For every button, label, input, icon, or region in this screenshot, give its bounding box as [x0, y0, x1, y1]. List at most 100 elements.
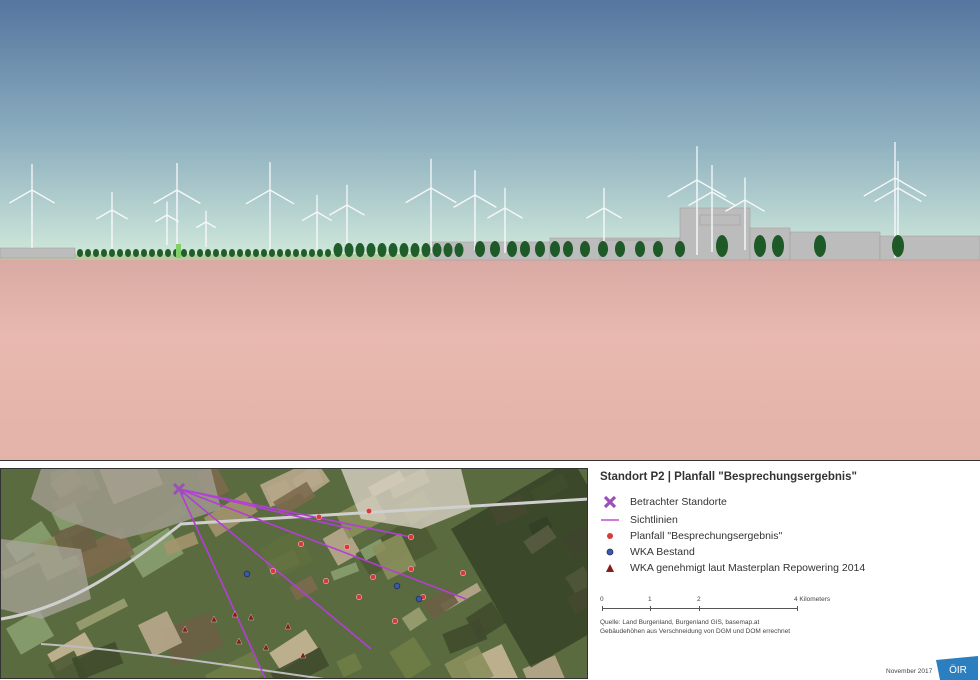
tree: [432, 243, 442, 257]
scale-tick: [650, 606, 651, 611]
tree: [125, 249, 131, 257]
scale-tick-label: 1: [648, 596, 652, 603]
legend-item-planfall: Planfall "Besprechungsergebnis": [600, 529, 782, 543]
tree: [388, 243, 398, 257]
tree: [653, 241, 663, 257]
planfall-point: [408, 533, 415, 540]
scale-line: [602, 608, 798, 609]
date-label: November 2017: [886, 668, 933, 675]
tree: [325, 249, 331, 257]
legend-item-sightlines: Sichtlinien: [600, 513, 678, 527]
tree: [580, 241, 590, 257]
tree: [189, 249, 195, 257]
tree: [213, 249, 219, 257]
tree: [165, 249, 171, 257]
planfall-point: [323, 577, 330, 584]
tree: [197, 249, 203, 257]
tree: [344, 243, 354, 257]
blue-dot-icon: [600, 545, 620, 559]
logo-text: ÖIR: [949, 664, 967, 676]
tree: [117, 249, 123, 257]
tree: [754, 235, 766, 257]
source-line-2: Gebäudehöhen aus Verschneidung von DGM u…: [600, 628, 791, 635]
tree: [507, 241, 517, 257]
tree: [133, 249, 139, 257]
legend-label: Planfall "Besprechungsergebnis": [630, 530, 783, 542]
red-triangle-icon: [600, 561, 620, 575]
tree: [490, 241, 500, 257]
building: [699, 214, 741, 226]
tree: [237, 249, 243, 257]
source-note: Quelle: Land Burgenland, Burgenland GIS,…: [600, 618, 790, 636]
green-marker: [176, 244, 181, 258]
tree: [253, 249, 259, 257]
tree: [535, 241, 545, 257]
planfall-point: [366, 508, 373, 515]
tree: [333, 243, 343, 257]
panorama-view: [0, 0, 980, 461]
map-svg: [1, 469, 587, 678]
tree: [285, 249, 291, 257]
panorama-svg: [0, 0, 980, 460]
tree: [563, 241, 573, 257]
tree: [550, 241, 560, 257]
legend-item-observer: Betrachter Standorte: [600, 495, 727, 509]
tree: [141, 249, 147, 257]
tree: [892, 235, 904, 257]
tree: [421, 243, 431, 257]
scale-tick-label: 2: [697, 596, 701, 603]
tree: [454, 243, 464, 257]
tree: [410, 243, 420, 257]
building: [789, 231, 881, 261]
legend-item-bestand: WKA Bestand: [600, 545, 695, 559]
tree: [443, 243, 453, 257]
bestand-point: [415, 595, 423, 603]
map-panel: [0, 468, 588, 679]
tree: [716, 235, 728, 257]
tree: [366, 243, 376, 257]
tree: [293, 249, 299, 257]
line-icon: [600, 513, 620, 527]
tree: [221, 249, 227, 257]
tree: [85, 249, 91, 257]
planfall-point: [370, 573, 377, 580]
planfall-point: [356, 593, 363, 600]
legend-title: Standort P2 | Planfall "Besprechungserge…: [600, 471, 857, 483]
tree: [93, 249, 99, 257]
scale-bar: 0 1 2 4 Kilometers: [600, 596, 840, 620]
x-cross-icon: [600, 495, 620, 509]
tree: [317, 249, 323, 257]
planfall-point: [392, 617, 399, 624]
tree: [475, 241, 485, 257]
tree: [377, 243, 387, 257]
tree: [245, 249, 251, 257]
source-line-1: Quelle: Land Burgenland, Burgenland GIS,…: [600, 619, 760, 626]
legend-label: WKA Bestand: [630, 546, 695, 558]
tree: [77, 249, 83, 257]
scale-tick: [797, 606, 798, 611]
sky: [0, 0, 980, 260]
tree: [277, 249, 283, 257]
planfall-point: [298, 540, 305, 547]
building: [599, 239, 661, 261]
legend-label: WKA genehmigt laut Masterplan Repowering…: [630, 562, 866, 574]
planfall-point: [408, 565, 415, 572]
tree: [269, 249, 275, 257]
planfall-point: [270, 567, 277, 574]
scale-tick: [699, 606, 700, 611]
legend-item-genehmigt: WKA genehmigt laut Masterplan Repowering…: [600, 561, 865, 575]
scale-tick-label: 0: [600, 596, 604, 603]
tree: [615, 241, 625, 257]
tree: [109, 249, 115, 257]
tree: [205, 249, 211, 257]
tree: [355, 243, 365, 257]
planfall-point: [344, 543, 351, 550]
ground: [0, 258, 980, 460]
scale-tick: [602, 606, 603, 611]
tree: [814, 235, 826, 257]
red-dot-icon: [600, 529, 620, 543]
tree: [157, 249, 163, 257]
legend: Standort P2 | Planfall "Besprechungserge…: [600, 468, 978, 680]
bestand-point: [243, 570, 251, 578]
bestand-point: [393, 582, 401, 590]
